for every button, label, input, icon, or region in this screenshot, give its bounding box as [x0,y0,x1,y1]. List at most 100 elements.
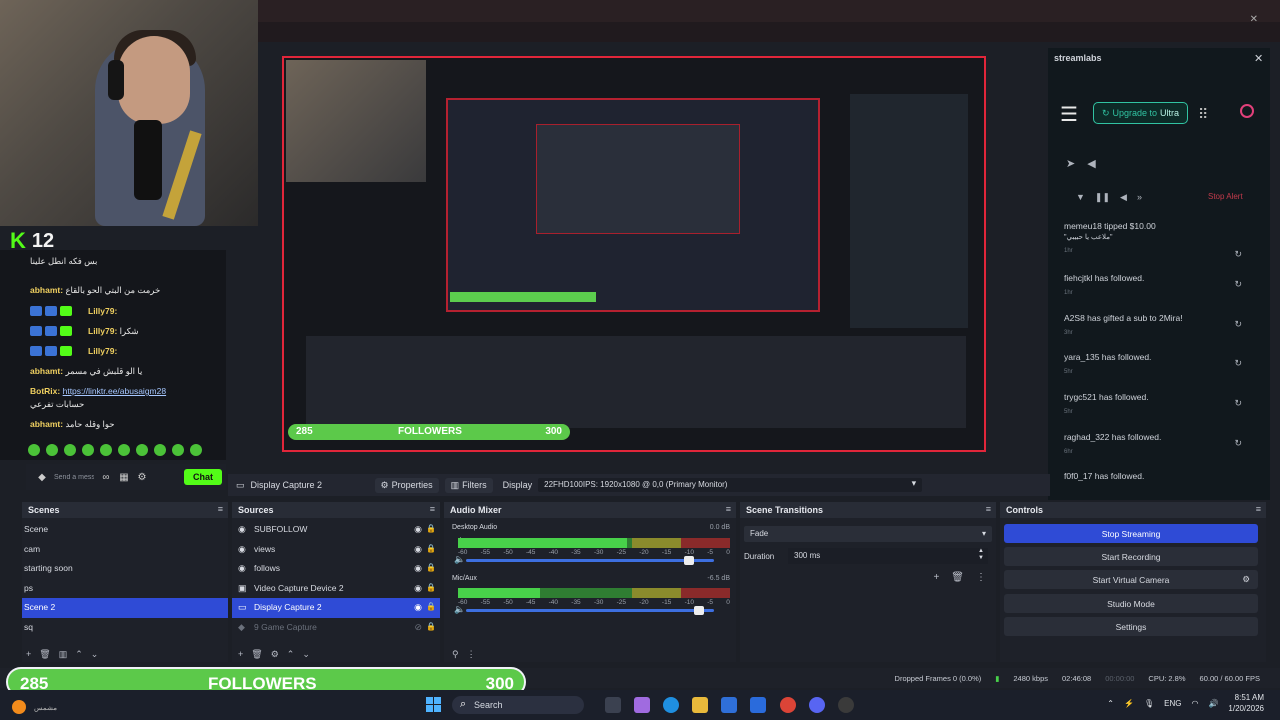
emote-row[interactable] [28,444,202,456]
stop-streaming-button[interactable]: Stop Streaming [1004,524,1258,543]
edge-icon[interactable] [663,697,679,713]
source-item-selected[interactable]: ▭ Display Capture 2 ◉ 🔒 [232,598,440,618]
filter-icon[interactable]: ▥ [59,649,68,660]
chevron-up-icon[interactable]: ⌃ [1107,699,1114,708]
scene-item[interactable]: Scene [22,520,228,540]
windows-start-icon[interactable] [426,697,441,712]
replay-icon[interactable]: ↻ [1234,279,1242,290]
upgrade-button[interactable]: ↻ Upgrade to Ultra [1093,102,1188,124]
chevron-down-icon[interactable]: ⌄ [91,649,99,660]
trash-icon[interactable]: 🗑 [951,572,964,583]
obs-icon[interactable] [838,697,854,713]
filters-button[interactable]: ▥ Filters [444,477,493,493]
network-icon[interactable]: ⚡ [1124,699,1134,708]
filter-icon[interactable]: ▼ [1076,192,1085,203]
scene-item[interactable]: ps [22,579,228,599]
store-icon[interactable] [721,697,737,713]
scene-item[interactable]: starting soon [22,559,228,579]
send-icon[interactable]: ➤ [1066,157,1075,170]
lock-icon[interactable]: 🔒 [426,524,436,533]
link-icon[interactable]: ∞ [100,471,112,483]
lock-icon[interactable]: 🔒 [426,602,436,611]
add-icon[interactable]: + [933,572,939,583]
source-item[interactable]: ▣ Video Capture Device 2 ◉ 🔒 [232,579,440,599]
chevron-down-icon[interactable]: ⌄ [302,649,310,660]
replay-icon[interactable]: ↻ [1234,358,1242,369]
discord-icon[interactable] [809,697,825,713]
source-item[interactable]: ◉ follows ◉ 🔒 [232,559,440,579]
studio-mode-button[interactable]: Studio Mode [1004,594,1258,613]
menu-dots-icon[interactable]: ⋮ [467,649,476,660]
gear-icon[interactable]: ⚙ [136,471,148,483]
wifi-icon[interactable]: ◠ [1191,699,1198,708]
scene-item[interactable]: sq [22,618,228,638]
replay-icon[interactable]: ↻ [1234,398,1242,409]
transition-select[interactable]: Fade ▾ [744,526,992,542]
eye-icon[interactable]: ◉ [414,544,422,555]
trash-icon[interactable]: 🗑 [251,649,262,660]
pause-icon[interactable]: ❚❚ [1095,192,1110,203]
eye-icon[interactable]: ◉ [414,583,422,594]
add-icon[interactable]: + [238,649,243,660]
replay-icon[interactable]: ↻ [1234,438,1242,449]
weather-icon[interactable] [12,700,26,714]
chrome-icon[interactable] [780,697,796,713]
spinner-icon[interactable]: ▲ ▼ [978,548,984,562]
source-item[interactable]: ◉ views ◉ 🔒 [232,540,440,560]
gear-icon[interactable]: ⚙ [271,649,279,660]
task-view-icon[interactable] [605,697,621,713]
eye-off-icon[interactable]: ⊘ [414,622,422,633]
chat-link[interactable]: https://linktr.ee/abusaigm28 [63,386,166,396]
scene-item[interactable]: cam [22,540,228,560]
chat-input[interactable]: Send a message [54,474,94,481]
volume-slider[interactable] [466,556,714,565]
mic-icon[interactable]: 🎙 [1144,699,1154,708]
add-icon[interactable]: + [26,649,31,660]
close-icon[interactable]: ✕ [1254,52,1263,65]
skip-icon[interactable]: » [1137,192,1142,203]
mail-icon[interactable] [750,697,766,713]
volume-icon[interactable]: 🔊 [1208,699,1218,708]
replay-icon[interactable]: ↻ [1234,249,1242,260]
language-indicator[interactable]: ENG [1164,699,1181,708]
settings-button[interactable]: Settings [1004,617,1258,636]
copilot-icon[interactable] [634,697,650,713]
user-icon[interactable] [1240,104,1254,118]
clock[interactable]: 8:51 AM 1/20/2026 [1228,692,1264,714]
emote-picker-icon[interactable]: ◆ [36,471,48,483]
eye-icon[interactable]: ◉ [414,602,422,613]
scene-item-selected[interactable]: Scene 2 [22,598,228,618]
duration-input[interactable]: 300 ms ▲ ▼ [788,548,988,564]
volume-slider[interactable] [466,606,714,615]
lock-icon[interactable]: 🔒 [426,622,436,631]
speaker-icon[interactable]: 🔈 [454,554,465,565]
calendar-icon[interactable]: ▦ [118,471,130,483]
menu-dots-icon[interactable]: ⋮ [976,572,986,583]
file-explorer-icon[interactable] [692,697,708,713]
start-virtual-camera-button[interactable]: Start Virtual Camera ⚙ [1004,570,1258,589]
chevron-up-icon[interactable]: ⌃ [75,649,83,660]
chevron-up-icon[interactable]: ⌃ [287,649,295,660]
megaphone-icon[interactable]: ◀ [1087,157,1095,170]
chat-send-button[interactable]: Chat [184,469,222,485]
eye-icon[interactable]: ◉ [414,524,422,535]
trash-icon[interactable]: 🗑 [39,649,50,660]
source-item[interactable]: ◆ 9 Game Capture ⊘ 🔒 [232,618,440,638]
link-icon[interactable]: ⚲ [452,649,459,660]
properties-button[interactable]: ⚙ Properties [374,477,439,493]
mute-icon[interactable]: ◀ [1120,192,1127,203]
lock-icon[interactable]: 🔒 [426,563,436,572]
taskbar-search[interactable]: Search [452,696,584,714]
speaker-icon[interactable]: 🔈 [454,604,465,615]
replay-icon[interactable]: ↻ [1234,319,1242,330]
source-item[interactable]: ◉ SUBFOLLOW ◉ 🔒 [232,520,440,540]
lock-icon[interactable]: 🔒 [426,583,436,592]
start-recording-button[interactable]: Start Recording [1004,547,1258,566]
lock-icon[interactable]: 🔒 [426,544,436,553]
gear-icon[interactable]: ⚙ [1242,574,1250,585]
stop-alert-button[interactable]: Stop Alert [1208,192,1243,201]
obs-preview-canvas[interactable]: 285 FOLLOWERS 300 [282,56,986,452]
hamburger-menu-icon[interactable]: ☰ [1060,102,1078,127]
grid-icon[interactable]: ⠿ [1198,106,1208,123]
display-select[interactable]: 22FHD100IPS: 1920x1080 @ 0,0 (Primary Mo… [538,478,923,492]
